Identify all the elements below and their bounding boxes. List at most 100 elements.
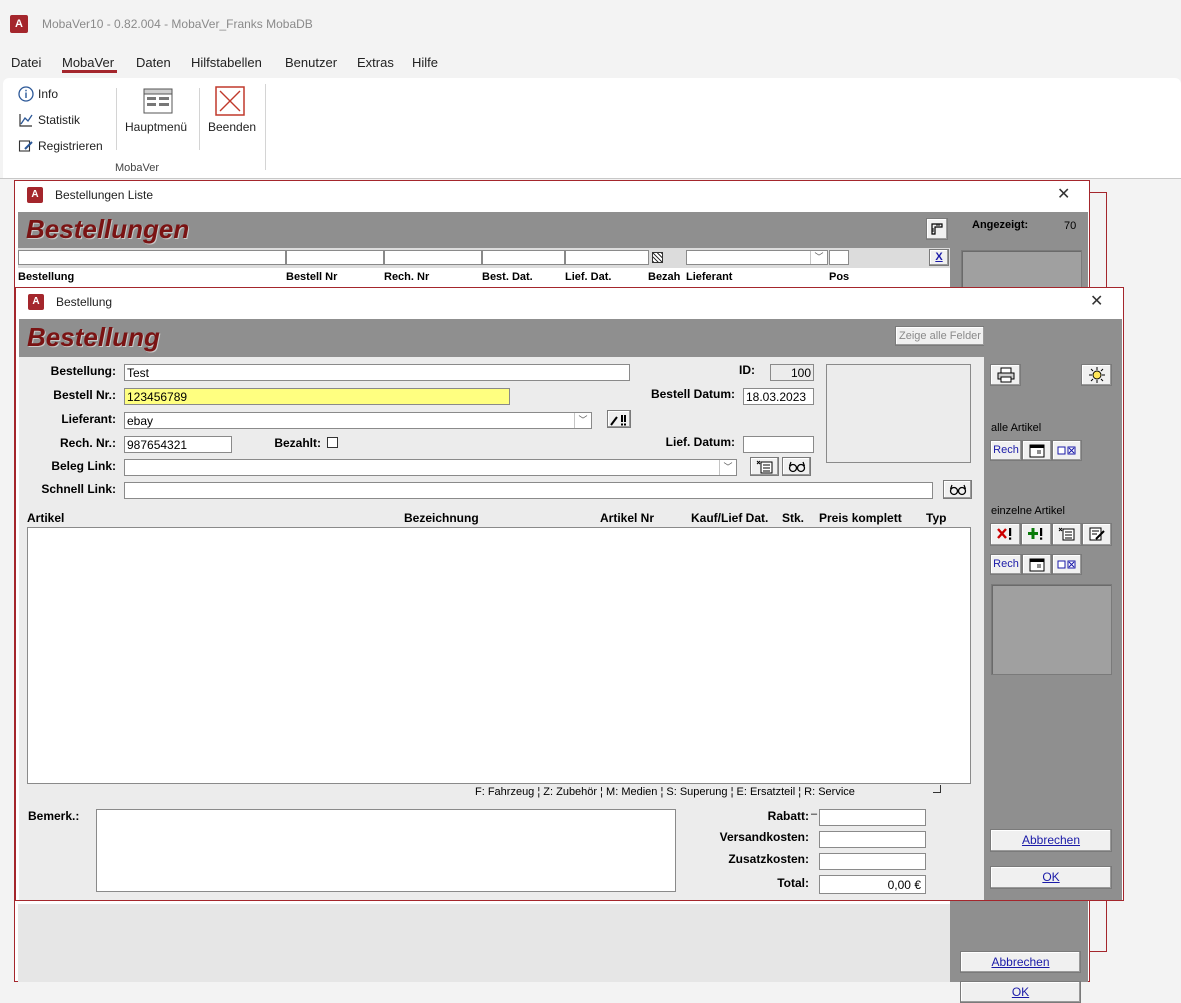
printer-icon [997,367,1014,383]
beleg-link-dropdown[interactable]: ﹀ [124,459,737,476]
menu-daten[interactable]: Daten [136,55,171,70]
einzelne-artikel-label: einzelne Artikel [991,505,1065,517]
schnell-link-label: Schnell Link: [41,482,116,496]
edit-article-button[interactable] [1082,523,1112,546]
checkbox-toggle-icon [1057,560,1076,569]
column-header: Stk. [782,511,805,525]
bemerk-field[interactable] [96,809,676,892]
clear-filter-button[interactable]: X [929,249,949,266]
article-list[interactable] [27,527,971,784]
app-title-bar: A MobaVer10 - 0.82.004 - MobaVer_Franks … [0,0,1181,48]
filter-pos[interactable] [829,250,849,265]
beleg-open-button[interactable] [750,457,779,476]
filter-best-dat[interactable] [482,250,565,265]
bestell-nr-field[interactable]: 123456789 [124,388,510,405]
delete-article-button[interactable] [990,523,1021,546]
registrieren-label: Registrieren [38,139,103,153]
filter-lieferant[interactable]: ﹀ [686,250,828,265]
column-header[interactable]: Pos [829,271,849,283]
registrieren-button[interactable]: Registrieren [18,138,103,154]
schnell-link-view-button[interactable] [943,480,972,499]
chevron-down-icon[interactable]: ﹀ [719,460,736,475]
zusatzkosten-field[interactable] [819,853,926,870]
bezahlt-checkbox[interactable] [327,437,338,448]
filter-bezahlt-checkbox[interactable] [652,252,663,263]
angezeigt-label: Angezeigt: [972,219,1029,231]
document-icon [756,460,772,474]
column-header[interactable]: Rech. Nr [384,271,429,283]
close-icon[interactable]: ✕ [1057,184,1070,204]
hauptmenu-button[interactable]: Hauptmenü [125,84,191,146]
rabatt-field[interactable] [819,809,926,826]
total-label: Total: [777,876,809,890]
ruler-icon [931,223,943,235]
column-header: Bezeichnung [404,511,479,525]
alle-rech-button[interactable]: Rech [990,440,1022,461]
column-header: Kauf/Lief Dat. [691,511,769,525]
list-ok-button[interactable]: OK [960,981,1081,1003]
alle-artikel-label: alle Artikel [991,422,1042,434]
type-legend: F: Fahrzeug ¦ Z: Zubehör ¦ M: Medien ¦ S… [475,786,855,798]
list-preview-box [961,250,1082,290]
menu-bar: Datei MobaVer Daten Hilfstabellen Benutz… [0,50,1181,78]
beleg-view-button[interactable] [782,457,811,476]
filter-lief-dat[interactable] [565,250,649,265]
window-title: Bestellungen Liste [55,188,154,202]
column-header[interactable]: Bestellung [18,271,74,283]
rech-nr-label: Rech. Nr.: [59,436,116,450]
menu-extras[interactable]: Extras [357,55,394,70]
alle-select-button[interactable] [1052,440,1082,461]
print-button[interactable] [990,364,1021,386]
list-cancel-button[interactable]: Abbrechen [960,951,1081,973]
lieferant-dropdown[interactable]: ebay ﹀ [124,412,592,429]
column-header: Artikel Nr [600,511,655,525]
chevron-down-icon[interactable]: ﹀ [574,413,591,428]
column-header[interactable]: Lieferant [686,271,732,283]
bestell-datum-field[interactable]: 18.03.2023 [743,388,814,405]
rech-nr-field[interactable]: 987654321 [124,436,232,453]
form-ok-button[interactable]: OK [990,866,1112,889]
column-header: Artikel [27,511,65,525]
menu-hilfstabellen[interactable]: Hilfstabellen [191,55,262,70]
close-icon[interactable]: ✕ [1090,291,1103,311]
filter-row: ﹀ X [18,248,950,268]
filter-rech-nr[interactable] [384,250,482,265]
new-record-button[interactable] [1081,364,1112,386]
einzel-window-button[interactable] [1022,554,1052,575]
einzel-rech-button[interactable]: Rech [990,554,1022,575]
column-header[interactable]: Bestell Nr [286,271,337,283]
column-header[interactable]: Bezah [648,271,680,283]
menu-benutzer[interactable]: Benutzer [285,55,337,70]
access-logo-icon: A [10,15,28,33]
form-body: Bestellung: Test Bestell Nr.: 123456789 … [19,357,984,900]
add-icon [1027,528,1042,540]
close-x-icon [215,86,245,116]
menu-hilfe[interactable]: Hilfe [412,55,438,70]
versandkosten-field[interactable] [819,831,926,848]
filter-bestell-nr[interactable] [286,250,384,265]
bestell-nr-label: Bestell Nr.: [53,388,116,402]
lief-datum-field[interactable] [743,436,814,453]
legend-bracket [933,785,941,793]
filter-bestellung[interactable] [18,250,286,265]
edit-lieferant-button[interactable] [607,410,631,428]
statistik-button[interactable]: Statistik [18,112,80,128]
menu-datei[interactable]: Datei [11,55,41,70]
menu-mobaver[interactable]: MobaVer [62,55,114,70]
einzel-select-button[interactable] [1052,554,1082,575]
bestellung-field[interactable]: Test [124,364,630,381]
info-button[interactable]: Info [18,86,58,102]
alle-window-button[interactable] [1022,440,1052,461]
open-article-button[interactable] [1052,523,1082,546]
chevron-down-icon[interactable]: ﹀ [810,251,827,264]
show-all-fields-button[interactable]: Zeige alle Felder [895,326,985,346]
beenden-button[interactable]: Beenden [205,84,259,146]
column-header[interactable]: Best. Dat. [482,271,533,283]
form-cancel-button[interactable]: Abbrechen [990,829,1112,852]
add-article-button[interactable] [1021,523,1052,546]
rabatt-dash: – [811,808,818,820]
ruler-button[interactable] [926,218,948,240]
schnell-link-field[interactable] [124,482,933,499]
ribbon-group-divider [265,84,266,170]
column-header[interactable]: Lief. Dat. [565,271,611,283]
